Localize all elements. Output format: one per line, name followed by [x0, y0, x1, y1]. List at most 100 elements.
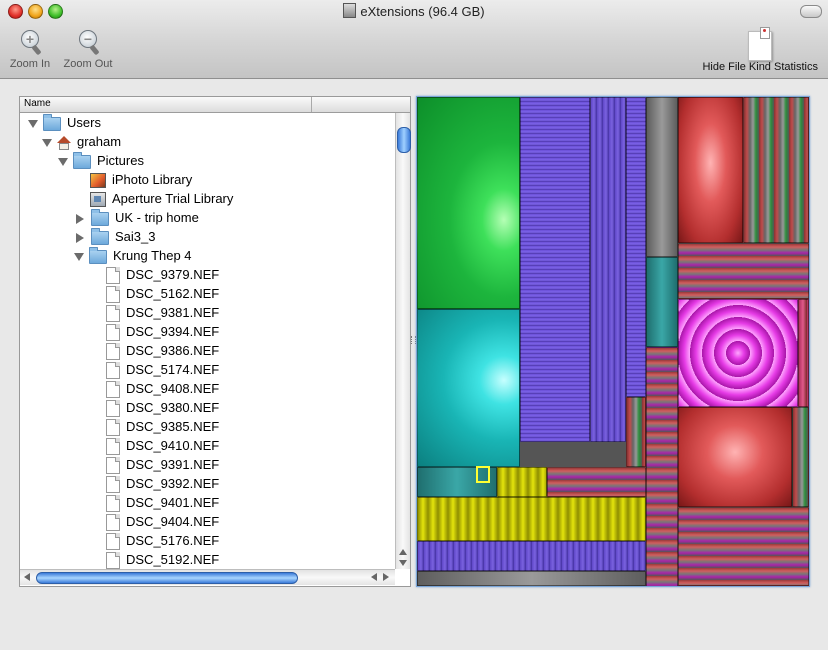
- treemap-block-purple[interactable]: [590, 97, 626, 442]
- tree-row-label: Pictures: [97, 153, 144, 168]
- treemap-block-yellow[interactable]: [497, 467, 547, 497]
- aperture-icon: [90, 192, 106, 208]
- treemap-block-purple[interactable]: [520, 97, 590, 442]
- file-outline-pane: Name Users graham Pictures iPhoto Librar…: [19, 96, 411, 587]
- folder-icon: [91, 208, 109, 226]
- column-header[interactable]: Name: [20, 97, 410, 113]
- treemap-block-mixed[interactable]: [678, 507, 809, 586]
- tree-row-file[interactable]: DSC_5192.NEF: [106, 550, 219, 569]
- app-window: eXtensions (96.4 GB) + Zoom In − Zoom Ou…: [0, 0, 828, 650]
- tree-row-file[interactable]: DSC_9392.NEF: [106, 474, 219, 494]
- tree-row-label: DSC_5174.NEF: [126, 362, 220, 377]
- tree-row-label: DSC_5176.NEF: [126, 533, 220, 548]
- tree-row-file[interactable]: DSC_9386.NEF: [106, 341, 220, 361]
- column-divider[interactable]: [311, 97, 312, 112]
- zoom-in-icon: +: [19, 30, 42, 56]
- statistics-icon[interactable]: [744, 27, 774, 61]
- pictures-folder-icon: [73, 151, 91, 169]
- tree-row-sai3-3[interactable]: Sai3_3: [74, 227, 155, 246]
- treemap-block-pink[interactable]: [798, 299, 809, 407]
- disclosure-triangle-icon[interactable]: [28, 119, 38, 128]
- tree-row-label: DSC_9385.NEF: [126, 419, 220, 434]
- tree-row-file[interactable]: DSC_5174.NEF: [106, 360, 220, 380]
- treemap-block-magenta[interactable]: [678, 299, 798, 407]
- treemap-block-red[interactable]: [678, 97, 743, 243]
- treemap-block-teal[interactable]: [646, 257, 678, 347]
- treemap-block-red[interactable]: [678, 407, 792, 507]
- tree-row-file[interactable]: DSC_9404.NEF: [106, 512, 220, 532]
- file-icon: [106, 286, 120, 304]
- disclosure-triangle-icon[interactable]: [58, 157, 68, 166]
- zoom-out-button[interactable]: − Zoom Out: [60, 30, 116, 70]
- scroll-left-edge-arrow-icon[interactable]: [24, 573, 30, 581]
- tree-row-label: DSC_9386.NEF: [126, 343, 220, 358]
- horizontal-scroll-thumb[interactable]: [36, 572, 298, 584]
- tree-row-file[interactable]: DSC_5176.NEF: [106, 531, 220, 551]
- treemap-block-cyan[interactable]: [417, 309, 520, 467]
- file-icon: [106, 305, 120, 323]
- tree-row-label: Krung Thep 4: [113, 248, 192, 263]
- tree-row-aperture-library[interactable]: Aperture Trial Library: [90, 189, 233, 208]
- tree-row-label: DSC_9379.NEF: [126, 267, 220, 282]
- tree-row-file[interactable]: DSC_9401.NEF: [106, 493, 219, 513]
- vertical-scrollbar[interactable]: [395, 113, 411, 569]
- tree-row-label: Users: [67, 115, 101, 130]
- tree-row-file[interactable]: DSC_9380.NEF: [106, 398, 219, 418]
- file-icon: [106, 438, 120, 456]
- tree-row-pictures[interactable]: Pictures: [58, 151, 144, 170]
- treemap-block-green[interactable]: [417, 97, 520, 309]
- file-tree: Users graham Pictures iPhoto Library Ape…: [20, 113, 395, 569]
- tree-row-graham[interactable]: graham: [42, 132, 121, 151]
- treemap-block-gray[interactable]: [646, 97, 678, 257]
- tree-row-label: DSC_9391.NEF: [126, 457, 220, 472]
- tree-row-uk-trip-home[interactable]: UK - trip home: [74, 208, 199, 227]
- folder-icon: [91, 227, 109, 245]
- treemap-block-mixed[interactable]: [743, 97, 809, 243]
- treemap-block-yellow[interactable]: [417, 497, 646, 541]
- file-icon: [106, 343, 120, 361]
- tree-row-file[interactable]: DSC_9379.NEF: [106, 265, 220, 285]
- treemap-block-purple[interactable]: [626, 97, 646, 397]
- treemap-block-mixed[interactable]: [678, 243, 809, 299]
- scroll-down-arrow-icon[interactable]: [399, 560, 407, 566]
- disclosure-triangle-icon[interactable]: [76, 213, 84, 224]
- zoom-in-button[interactable]: + Zoom In: [6, 30, 54, 70]
- tree-row-iphoto-library[interactable]: iPhoto Library: [90, 170, 192, 189]
- file-icon: [106, 362, 120, 380]
- tree-row-file[interactable]: DSC_5162.NEF: [106, 284, 220, 304]
- scroll-up-arrow-icon[interactable]: [399, 549, 407, 555]
- treemap-selection-highlight: [476, 466, 490, 483]
- disclosure-triangle-icon[interactable]: [42, 138, 52, 147]
- tree-row-users[interactable]: Users: [28, 113, 101, 132]
- tree-row-file[interactable]: DSC_9391.NEF: [106, 455, 220, 475]
- tree-row-file[interactable]: DSC_9408.NEF: [106, 379, 220, 399]
- treemap-block-mixed[interactable]: [646, 347, 678, 586]
- file-icon: [106, 267, 120, 285]
- tree-row-label: DSC_9404.NEF: [126, 514, 220, 529]
- tree-row-file[interactable]: DSC_9385.NEF: [106, 417, 220, 437]
- treemap-block-mixed[interactable]: [626, 397, 646, 467]
- disclosure-triangle-icon[interactable]: [74, 252, 84, 261]
- name-column-header[interactable]: Name: [24, 98, 51, 109]
- tree-row-file[interactable]: DSC_9381.NEF: [106, 303, 219, 323]
- hide-file-kind-statistics-button[interactable]: Hide File Kind Statistics: [702, 61, 818, 73]
- file-icon: [106, 495, 120, 513]
- toolbar-toggle-button[interactable]: [800, 5, 822, 18]
- tree-row-krung-thep-4[interactable]: Krung Thep 4: [74, 246, 192, 265]
- document-icon: [343, 3, 357, 18]
- disk-usage-treemap[interactable]: [416, 96, 810, 587]
- disclosure-triangle-icon[interactable]: [76, 232, 84, 243]
- treemap-block-purple[interactable]: [417, 541, 646, 571]
- scroll-left-arrow-icon[interactable]: [371, 573, 377, 581]
- tree-row-file[interactable]: DSC_9410.NEF: [106, 436, 219, 456]
- treemap-block-mixed[interactable]: [547, 467, 646, 497]
- tree-row-label: DSC_5162.NEF: [126, 286, 220, 301]
- scroll-right-arrow-icon[interactable]: [383, 573, 389, 581]
- treemap-block-gray[interactable]: [417, 571, 646, 586]
- tree-row-label: DSC_9408.NEF: [126, 381, 220, 396]
- tree-row-file[interactable]: DSC_9394.NEF: [106, 322, 219, 342]
- tree-row-label: Aperture Trial Library: [112, 191, 234, 206]
- horizontal-scrollbar[interactable]: [20, 569, 395, 585]
- vertical-scroll-thumb[interactable]: [397, 127, 411, 153]
- treemap-block-mixed[interactable]: [792, 407, 809, 507]
